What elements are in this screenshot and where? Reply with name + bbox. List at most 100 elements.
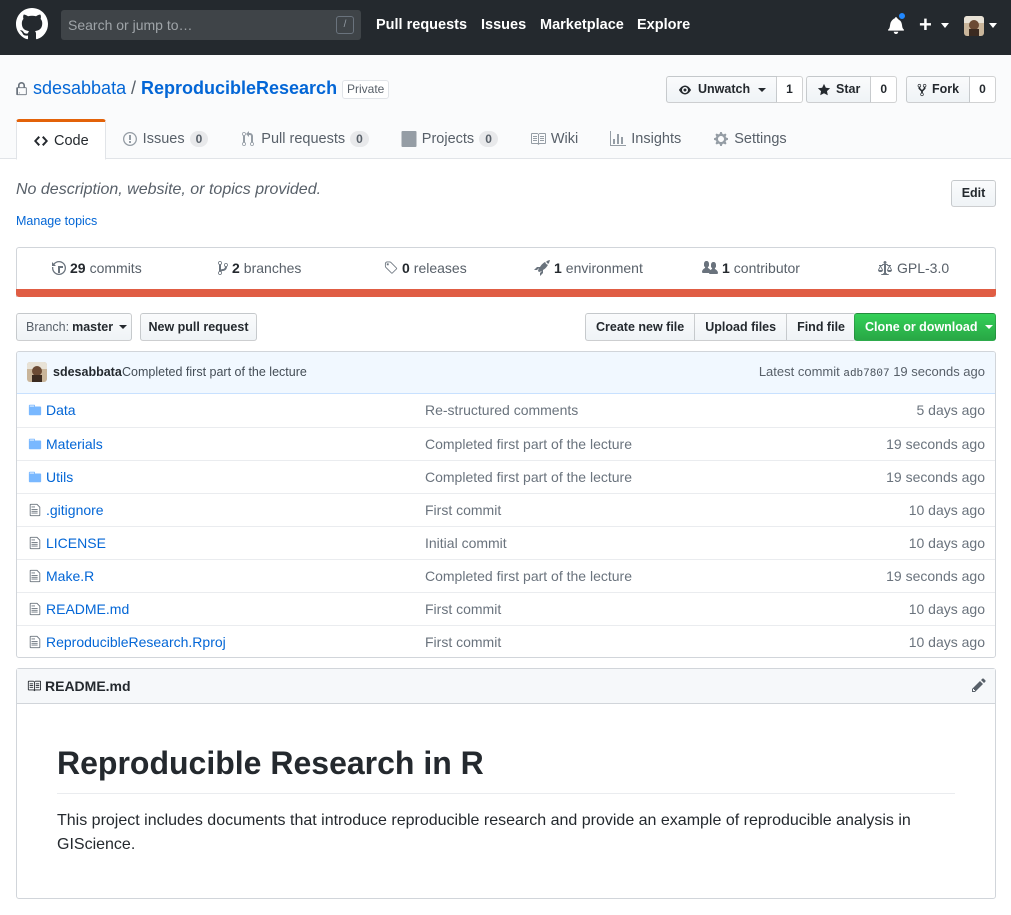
commit-message[interactable]: Completed first part of the lecture (122, 365, 307, 379)
file-name-link[interactable]: Make.R (46, 568, 94, 584)
user-menu-caret-icon[interactable] (989, 23, 997, 28)
tab-projects[interactable]: Projects 0 (385, 119, 514, 159)
fork-group: Fork 0 (906, 76, 996, 103)
gear-icon (714, 132, 729, 146)
file-commit-age: 19 seconds ago (886, 469, 985, 485)
tab-projects-label: Projects (421, 131, 475, 147)
file-commit-message[interactable]: Re-structured comments (425, 402, 578, 418)
forks-count[interactable]: 0 (970, 76, 996, 103)
environment-label: environment (565, 260, 643, 276)
releases-link[interactable]: 0 releases (384, 260, 467, 276)
nav-marketplace[interactable]: Marketplace (540, 17, 624, 33)
create-new-plus-icon[interactable]: + (919, 12, 932, 38)
commits-link[interactable]: 29 commits (52, 260, 142, 276)
contributor-label: contributor (733, 260, 800, 276)
file-row: README.md First commit 10 days ago (17, 592, 995, 625)
fork-button[interactable]: Fork (906, 76, 971, 103)
pencil-icon[interactable] (971, 677, 987, 693)
file-row: ReproducibleResearch.Rproj First commit 10… (17, 625, 995, 657)
branch-prefix: Branch: (26, 320, 70, 334)
branches-link[interactable]: 2 branches (218, 260, 301, 276)
tab-insights[interactable]: Insights (594, 119, 697, 159)
repo-owner-link[interactable]: sdesabbata (33, 78, 126, 99)
search-shortcut-key: / (336, 16, 354, 34)
file-name-link[interactable]: Data (46, 402, 76, 418)
branch-select-button[interactable]: Branch: master (16, 313, 132, 341)
license-link[interactable]: GPL-3.0 (877, 260, 949, 276)
pull-requests-counter: 0 (350, 131, 369, 147)
file-commit-age: 10 days ago (908, 601, 985, 617)
github-logo-icon[interactable] (16, 8, 48, 40)
file-commit-message[interactable]: First commit (425, 634, 501, 650)
file-commit-message[interactable]: Completed first part of the lecture (425, 436, 632, 452)
readme-heading-divider (57, 793, 955, 794)
tab-settings[interactable]: Settings (697, 119, 802, 159)
file-commit-message[interactable]: First commit (425, 601, 501, 617)
file-actions-group: Create new file Upload files Find file (585, 313, 856, 341)
projects-counter: 0 (479, 131, 498, 147)
star-button[interactable]: Star (806, 76, 872, 103)
create-new-file-button[interactable]: Create new file (585, 313, 696, 341)
environment-count: 1 (554, 260, 562, 276)
nav-explore[interactable]: Explore (637, 17, 690, 33)
fork-label: Fork (932, 82, 960, 96)
nav-pull-requests[interactable]: Pull requests (376, 17, 467, 33)
file-commit-age: 5 days ago (916, 402, 986, 418)
commit-author-avatar[interactable] (27, 362, 47, 382)
history-icon (52, 261, 66, 275)
file-name-link[interactable]: Utils (46, 469, 73, 485)
contributors-link[interactable]: 1 contributor (702, 260, 800, 276)
new-pull-request-button[interactable]: New pull request (140, 313, 257, 341)
tab-wiki[interactable]: Wiki (514, 119, 594, 159)
branch-caret-icon (119, 325, 128, 329)
file-name-link[interactable]: README.md (46, 601, 129, 617)
readme-header: README.md (17, 669, 995, 704)
edit-description-button[interactable]: Edit (951, 180, 996, 207)
file-commit-message[interactable]: Completed first part of the lecture (425, 568, 632, 584)
file-text-icon (29, 569, 41, 583)
file-name-link[interactable]: ReproducibleResearch.Rproj (46, 634, 226, 650)
file-name-link[interactable]: .gitignore (46, 502, 104, 518)
global-header: Search or jump to… / Pull requests Issue… (0, 0, 1011, 55)
repo-name-link[interactable]: ReproducibleResearch (141, 78, 337, 99)
create-new-caret-icon[interactable] (941, 23, 949, 28)
file-commit-age: 19 seconds ago (886, 436, 985, 452)
environments-link[interactable]: 1 environment (534, 260, 643, 276)
lock-icon (16, 82, 27, 96)
folder-icon (28, 438, 42, 450)
file-commit-message[interactable]: First commit (425, 502, 501, 518)
manage-topics-link[interactable]: Manage topics (16, 214, 97, 228)
clone-caret-icon (984, 325, 993, 329)
search-input[interactable]: Search or jump to… / (61, 10, 361, 40)
file-row: Data Re-structured comments 5 days ago (17, 394, 995, 427)
readme-heading: Reproducible Research in R (57, 745, 484, 781)
file-name-link[interactable]: LICENSE (46, 535, 106, 551)
code-icon (34, 135, 48, 146)
user-avatar[interactable] (964, 16, 984, 36)
nav-issues[interactable]: Issues (481, 17, 526, 33)
file-name-link[interactable]: Materials (46, 436, 103, 452)
commit-author[interactable]: sdesabbata (53, 365, 122, 379)
tab-pull-requests[interactable]: Pull requests 0 (224, 119, 385, 159)
tab-code[interactable]: Code (16, 119, 106, 160)
tab-issues[interactable]: Issues 0 (106, 119, 225, 159)
commit-sha[interactable]: adb7807 (843, 368, 889, 380)
commit-time: 19 seconds ago (893, 364, 985, 379)
commits-label: commits (89, 260, 142, 276)
unwatch-button[interactable]: Unwatch (666, 76, 778, 103)
watchers-count[interactable]: 1 (777, 76, 803, 103)
rocket-icon (534, 260, 550, 276)
branches-count: 2 (232, 260, 240, 276)
law-icon (878, 261, 892, 275)
find-file-button[interactable]: Find file (786, 313, 856, 341)
upload-files-button[interactable]: Upload files (694, 313, 788, 341)
file-commit-message[interactable]: Initial commit (425, 535, 507, 551)
clone-or-download-button[interactable]: Clone or download (854, 313, 996, 341)
readme-filename: README.md (45, 678, 131, 694)
stargazers-count[interactable]: 0 (871, 76, 898, 103)
file-list: sdesabbata Completed first part of the l… (16, 351, 996, 658)
tab-wiki-label: Wiki (550, 131, 579, 147)
file-commit-message[interactable]: Completed first part of the lecture (425, 469, 632, 485)
book-icon (27, 680, 41, 692)
language-bar[interactable] (16, 289, 996, 297)
